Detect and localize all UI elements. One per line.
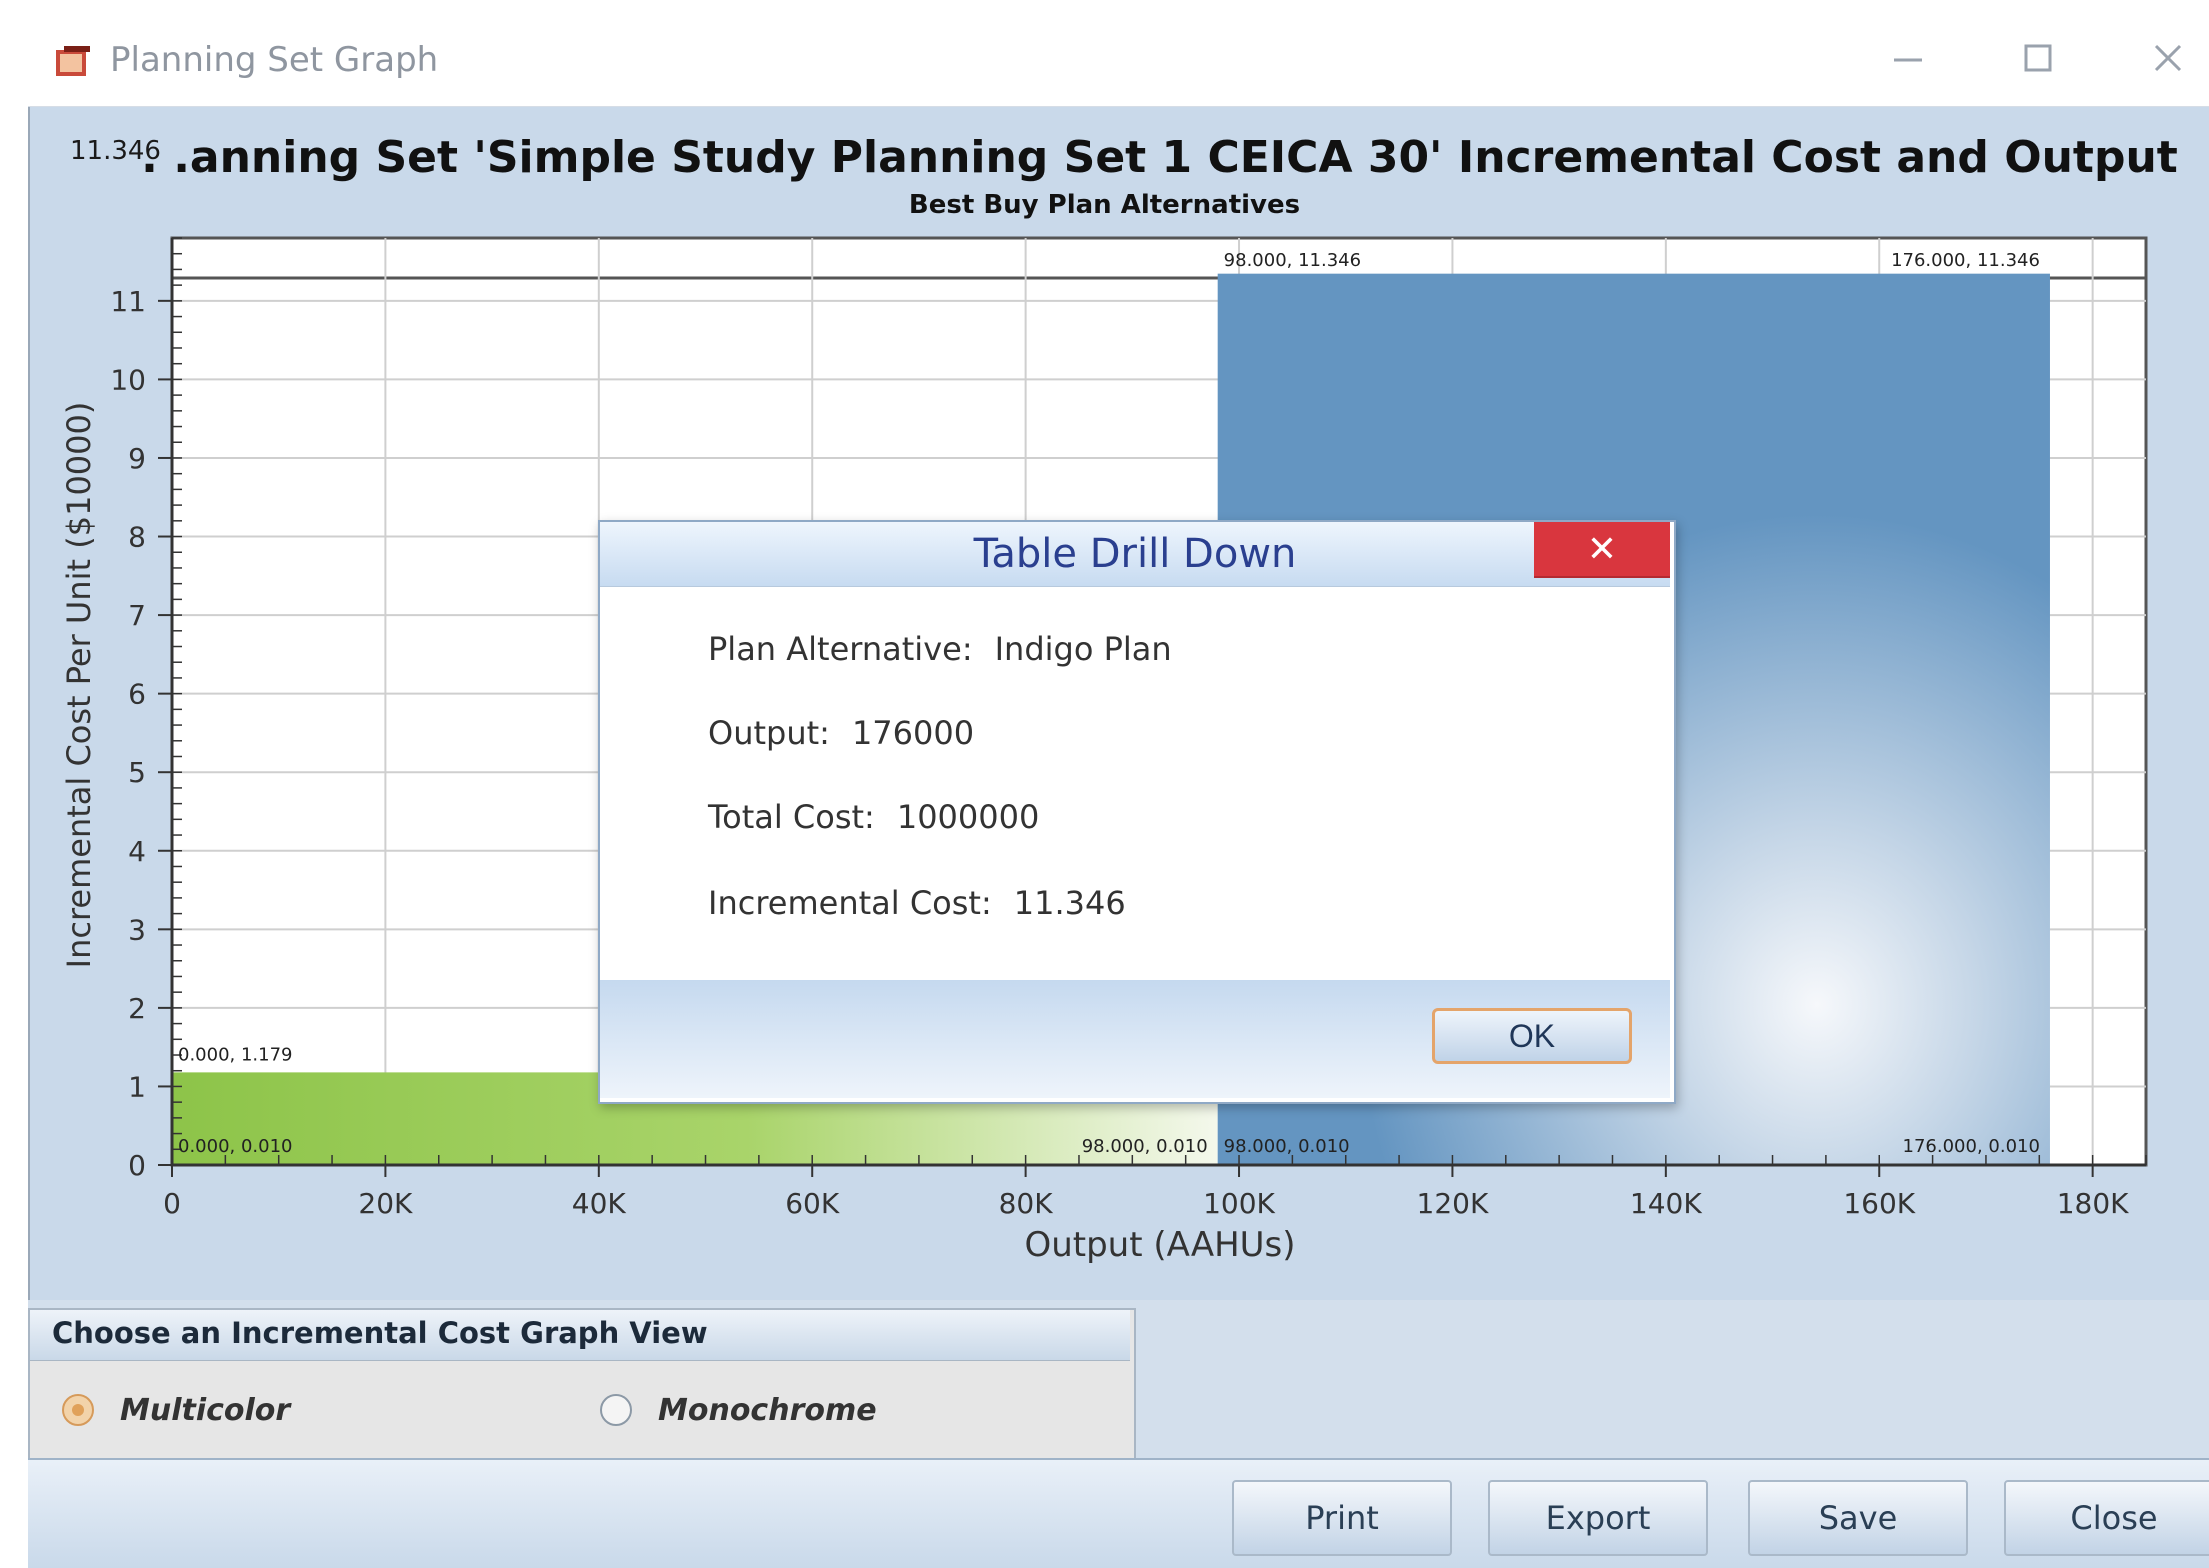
- data-label: 176.000, 11.346: [1891, 250, 2040, 271]
- x-tick-label: 100K: [1203, 1187, 1275, 1220]
- monochrome-label: Monochrome: [658, 1392, 877, 1428]
- y-tick-label: 1: [128, 1070, 146, 1103]
- monochrome-option[interactable]: Monochrome: [600, 1386, 877, 1434]
- print-button[interactable]: Print: [1232, 1480, 1452, 1556]
- y-tick-label: 10: [110, 363, 146, 396]
- incremental-cost-value: 11.346: [1013, 884, 1126, 922]
- plan-alternative-row: Plan Alternative: Indigo Plan: [708, 630, 1172, 668]
- ok-button[interactable]: OK: [1432, 1008, 1632, 1064]
- dialog-close-button[interactable]: ✕: [1534, 522, 1670, 578]
- x-tick-label: 20K: [358, 1187, 413, 1220]
- multicolor-radio[interactable]: [62, 1394, 94, 1426]
- close-icon: ✕: [1586, 528, 1618, 570]
- y-axis-label: Incremental Cost Per Unit ($10000): [60, 402, 98, 969]
- data-label: 98.000, 0.010: [1082, 1136, 1208, 1157]
- export-button[interactable]: Export: [1488, 1480, 1708, 1556]
- data-label: 0.000, 1.179: [178, 1044, 293, 1065]
- view-options-title: Choose an Incremental Cost Graph View: [52, 1316, 708, 1350]
- y-tick-label: 8: [128, 521, 146, 554]
- y-tick-label: 0: [128, 1149, 146, 1182]
- x-tick-label: 180K: [2057, 1187, 2129, 1220]
- x-tick-label: 160K: [1843, 1187, 1915, 1220]
- plan-alternative-label: Plan Alternative:: [708, 630, 973, 668]
- y-tick-label: 4: [128, 835, 146, 868]
- y-tick-label: 11: [110, 285, 146, 318]
- dialog-title: Table Drill Down: [973, 531, 1297, 577]
- monochrome-radio[interactable]: [600, 1394, 632, 1426]
- x-tick-label: 80K: [999, 1187, 1054, 1220]
- incremental-cost-label: Incremental Cost:: [708, 884, 992, 922]
- data-label: 98.000, 11.346: [1224, 250, 1361, 271]
- data-label: 176.000, 0.010: [1903, 1136, 2040, 1157]
- y-tick-label: 9: [128, 442, 146, 475]
- y-tick-label: 6: [128, 678, 146, 711]
- output-label: Output:: [708, 714, 830, 752]
- multicolor-label: Multicolor: [120, 1392, 291, 1428]
- output-row: Output: 176000: [708, 714, 974, 752]
- x-tick-label: 40K: [572, 1187, 627, 1220]
- x-axis-label: Output (AAHUs): [1024, 1225, 1295, 1265]
- save-button[interactable]: Save: [1748, 1480, 1968, 1556]
- y-tick-label: 7: [128, 599, 146, 632]
- multicolor-option[interactable]: Multicolor: [62, 1386, 290, 1434]
- y-tick-label: 3: [128, 913, 146, 946]
- total-cost-row: Total Cost: 1000000: [708, 798, 1039, 836]
- data-label: 0.000, 0.010: [178, 1136, 293, 1157]
- output-value: 176000: [851, 714, 975, 752]
- x-tick-label: 60K: [785, 1187, 840, 1220]
- x-tick-label: 120K: [1417, 1187, 1489, 1220]
- total-cost-label: Total Cost:: [708, 798, 875, 836]
- incremental-cost-row: Incremental Cost: 11.346: [708, 884, 1126, 922]
- close-button[interactable]: Close: [2004, 1480, 2209, 1556]
- x-tick-label: 140K: [1630, 1187, 1702, 1220]
- y-tick-label: 2: [128, 992, 146, 1025]
- data-label: 98.000, 0.010: [1224, 1136, 1350, 1157]
- y-tick-label: 5: [128, 756, 146, 789]
- plan-alternative-value: Indigo Plan: [994, 630, 1172, 668]
- x-tick-label: 0: [163, 1187, 181, 1220]
- total-cost-value: 1000000: [896, 798, 1040, 836]
